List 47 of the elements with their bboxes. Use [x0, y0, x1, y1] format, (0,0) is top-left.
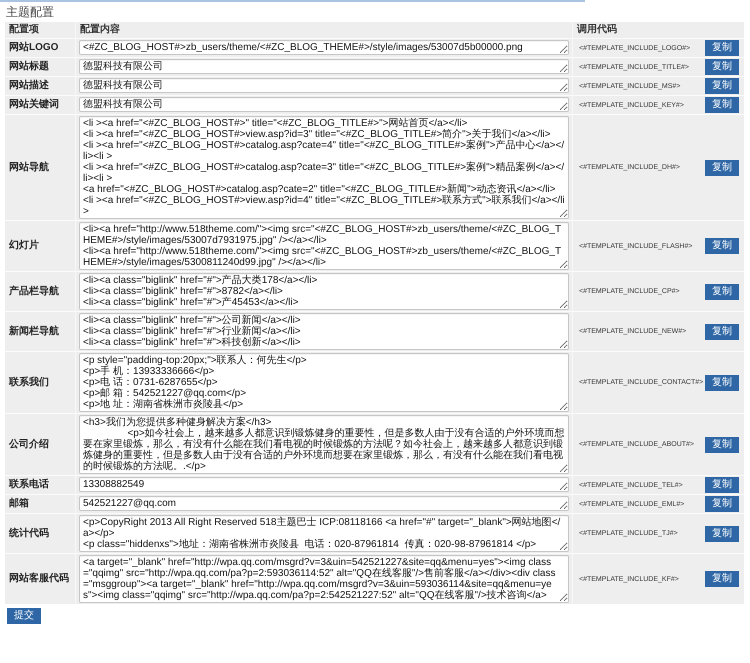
content-field[interactable]: 德盟科技有限公司	[79, 78, 569, 93]
copy-button[interactable]: 复制	[705, 571, 739, 587]
content-field[interactable]: <li><a class="biglink" href="#">产品大类178</a></li> <li><a class="biglink" href="#">8782</a></li> <li><a class="biglink" href="#">产45453</a></li>	[79, 273, 569, 310]
setting-label: 统计代码	[9, 528, 49, 540]
content-field[interactable]: <li><a class="biglink" href="#">公司新闻</a></li> <li><a class="biglink" href="#">行业新闻</a></li> <li><a class="biglink" href="#">科技创新</a></li>	[79, 313, 569, 350]
setting-label: 网站标题	[9, 61, 49, 73]
setting-label: 联系我们	[9, 376, 49, 388]
copy-button[interactable]: 复制	[705, 238, 739, 254]
content-field[interactable]: <a target="_blank" href="http://wpa.qq.com/msgrd?v=3&uin=542521227&site=qq&menu=yes"><img class="qqimg" src="http://wpa.qq.com/pa?p=2:593036114:52" alt="QQ在线客服"/>售前客服</a></div><div class="msggroup"><a target="_blank" href="http://wpa.qq.com/msgrd?v=3&uin=593036114&site=qq&menu=yes"><img class="qqimg" src="http://wpa.qq.com/pa?p=2:542521227:52" alt="QQ在线客服"/>技术咨询</a>	[79, 555, 569, 603]
copy-button[interactable]: 复制	[705, 160, 739, 176]
copy-button[interactable]: 复制	[705, 526, 739, 542]
content-field[interactable]: <p style="padding-top:20px;">联系人：何先生</p> <p>手 机：13933336666</p> <p>电 话：0731-6287655</p> <p>邮 箱：542521227@qq.com</p> <p>地 址：湖南省株洲市炎陵县</p>	[79, 353, 569, 412]
copy-button[interactable]: 复制	[705, 284, 739, 300]
copy-button[interactable]: 复制	[705, 477, 739, 493]
copy-button[interactable]: 复制	[705, 78, 739, 94]
page-title: 主题配置	[5, 4, 55, 21]
setting-label: 网站LOGO	[9, 42, 58, 54]
copy-button[interactable]: 复制	[705, 324, 739, 340]
content-field[interactable]: 542521227@qq.com	[79, 496, 569, 511]
setting-label: 幻灯片	[9, 240, 39, 252]
content-field[interactable]: <li><a href="http://www.518theme.com/"><img src="<#ZC_BLOG_HOST#>zb_users/theme/<#ZC_BLOG_THEME#>/style/images/53007d7931975.jpg" /></a></li> <li><a href="http://www.518theme.com/"><img src="<#ZC_BLOG_HOST#>zb_users/theme/<#ZC_BLOG_THEME#>/style/images/5300811240d99.jpg" /></a></li>	[79, 222, 569, 270]
copy-button[interactable]: 复制	[705, 496, 739, 512]
column-header: 调用代码	[572, 22, 744, 38]
column-header: 配置项	[8, 22, 40, 37]
setting-label: 网站客服代码	[9, 573, 69, 585]
content-field[interactable]: 德盟科技有限公司	[79, 59, 569, 74]
content-field[interactable]: <#ZC_BLOG_HOST#>zb_users/theme/<#ZC_BLOG_THEME#>/style/images/53007d5b00000.png	[79, 40, 569, 55]
setting-label: 公司介绍	[9, 438, 49, 450]
copy-button[interactable]: 复制	[705, 436, 739, 452]
copy-button[interactable]: 复制	[705, 97, 739, 113]
setting-label: 邮箱	[9, 498, 29, 510]
copy-button[interactable]: 复制	[705, 40, 739, 56]
copy-button[interactable]: 复制	[705, 59, 739, 75]
column-header: 配置内容	[75, 22, 572, 38]
setting-label: 网站描述	[9, 80, 49, 92]
content-field[interactable]: <li ><a href="<#ZC_BLOG_HOST#>" title="<#ZC_BLOG_TITLE#>">网站首页</a></li> <li ><a href="<#ZC_BLOG_HOST#>view.asp?id=3" title="<#ZC_BLOG_TITLE#>简介">关于我们</a></li> <li ><a href="<#ZC_BLOG_HOST#>catalog.asp?cate=4" title="<#ZC_BLOG_TITLE#>案例">产品中心</a></li><li > <li ><a href="<#ZC_BLOG_HOST#>catalog.asp?cate=3" title="<#ZC_BLOG_TITLE#>案例">精品案例</a></li><li > <a href="<#ZC_BLOG_HOST#>catalog.asp?cate=2" title="<#ZC_BLOG_TITLE#>新闻">动态资讯</a></li> <li ><a href="<#ZC_BLOG_HOST#>view.asp?id=4" title="<#ZC_BLOG_TITLE#>联系方式">联系我们</a></li>	[79, 116, 569, 219]
content-field[interactable]: 德盟科技有限公司	[79, 97, 569, 112]
setting-label: 产品栏导航	[9, 286, 59, 298]
submit-button[interactable]: 提交	[7, 608, 41, 624]
setting-label: 新闻栏导航	[9, 326, 59, 338]
setting-label: 联系电话	[9, 479, 49, 491]
setting-label: 网站关键词	[9, 99, 59, 111]
copy-button[interactable]: 复制	[705, 374, 739, 390]
content-field[interactable]: <h3>我们为您提供多种健身解决方案</h3> <p>如今社会上，越来越多人都意识到锻炼健身的重要性，但是多数人由于没有合适的户外环境而想要在家里锻炼，那么，有没有什么能在我们看电视的时候锻炼的方法呢？如今社会上，越来越多人都意识到锻炼健身的重要性，但是多数人由于没有合适的户外环境而想要在家里锻炼，那么，有没有什么能在我们看电视的时候锻炼的方法呢。.</p>	[79, 415, 569, 474]
content-field[interactable]: 13308882549	[79, 477, 569, 492]
setting-label: 网站导航	[9, 162, 49, 174]
content-field[interactable]: <p>CopyRight 2013 All Right Reserved 518主题巴士 ICP:08118166 <a href="#" target="_blank">网站地图</a></p> <p class="hiddenxs">地址：湖南省株洲市炎陵县 电话：020-87961814 传真：020-98-87961814 </p>	[79, 515, 569, 552]
